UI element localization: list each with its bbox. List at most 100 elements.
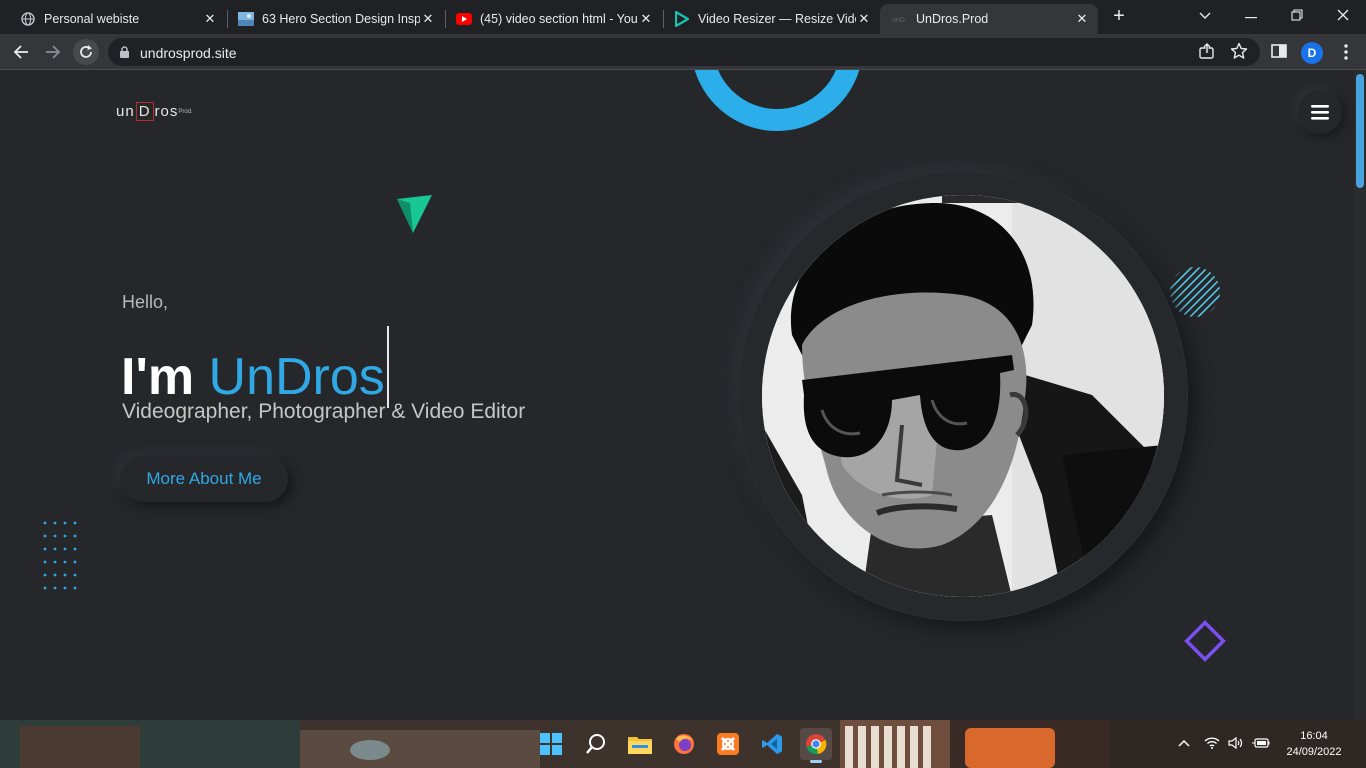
clock-time: 16:04 [1300,730,1328,742]
decorative-triangle-shape [397,195,432,233]
lock-icon[interactable] [120,46,129,58]
decorative-dot [43,560,47,564]
close-tab-icon[interactable]: ✕ [202,11,218,27]
decorative-dot [53,586,57,590]
browser-tab-bar: Personal webiste ✕ 63 Hero Section Desig… [0,0,1366,34]
browser-menu-icon[interactable] [1338,42,1354,62]
scrollbar-thumb[interactable] [1356,74,1364,188]
tab-personal-website[interactable]: Personal webiste ✕ [8,4,226,34]
close-tab-icon[interactable]: ✕ [420,11,436,27]
chrome-icon[interactable] [800,728,832,763]
profile-photo [762,195,1164,597]
back-button[interactable] [8,39,34,65]
decorative-diamond-shape [1184,620,1226,662]
hero-name-typed: UnDros [208,348,385,406]
decorative-dot [63,547,67,551]
image-favicon-icon [238,11,254,27]
battery-icon[interactable] [1252,736,1270,752]
search-icon[interactable] [580,728,612,760]
close-tab-icon[interactable]: ✕ [638,11,654,27]
minimize-button[interactable] [1228,4,1274,30]
volume-icon[interactable] [1228,736,1244,752]
tab-search-chevron-icon[interactable] [1182,4,1228,30]
hamburger-menu-button[interactable] [1298,90,1342,134]
decorative-dot [63,573,67,577]
vscode-icon[interactable] [756,728,788,760]
decorative-dot [43,521,47,525]
decorative-ring-shape [694,70,860,131]
close-tab-icon[interactable]: ✕ [856,11,872,27]
url-text: undrosprod.site [140,45,237,61]
side-panel-icon[interactable] [1270,42,1290,62]
globe-icon [20,11,36,27]
close-window-button[interactable] [1320,4,1366,30]
decorative-dot [73,573,77,577]
decorative-dot [63,586,67,590]
page-scrollbar[interactable] [1354,70,1366,720]
undros-favicon-icon: unD [892,11,908,27]
windows-taskbar: 16:04 24/09/2022 [0,720,1366,768]
hamburger-icon [1311,104,1329,120]
clock-date: 24/09/2022 [1286,746,1342,758]
decorative-dot [73,547,77,551]
hero-greeting: Hello, [122,292,169,312]
browser-toolbar: undrosprod.site D [0,34,1366,70]
active-app-indicator [810,760,822,763]
reload-button[interactable] [73,39,99,65]
bookmark-star-icon[interactable] [1230,42,1250,62]
tab-youtube-video[interactable]: (45) video section html - YouT ✕ [444,4,662,34]
logo-suffix: ros [154,103,179,120]
share-icon[interactable] [1198,42,1218,62]
decorative-hatched-circle [1170,267,1220,317]
decorative-dot [63,560,67,564]
tab-title: (45) video section html - YouT [480,12,638,26]
decorative-dot [53,573,57,577]
decorative-dot [43,547,47,551]
svg-text:unD: unD [892,17,905,24]
hero-subtitle: Videographer, Photographer & Video Edito… [122,400,526,423]
decorative-dot-grid [43,521,77,590]
youtube-icon [456,11,472,27]
decorative-dot [53,521,57,525]
play-triangle-icon [674,11,690,27]
decorative-dot [73,586,77,590]
decorative-dot [43,534,47,538]
typing-caret [386,326,389,408]
web-page-viewport: un DrosProd. Hello, I'm UnDros Videograph… [0,70,1354,720]
tab-title: UnDros.Prod [916,12,989,26]
file-explorer-icon[interactable] [624,728,656,760]
taskbar-apps [540,720,840,768]
firefox-icon[interactable] [668,728,700,760]
decorative-dot [63,534,67,538]
logo-boxed-letter: D [135,102,154,121]
tab-title: Personal webiste [44,12,140,26]
forward-button[interactable] [40,39,66,65]
decorative-dot [73,534,77,538]
decorative-dot [43,586,47,590]
profile-avatar[interactable]: D [1301,42,1323,64]
site-logo[interactable]: un DrosProd. [116,102,193,121]
decorative-dot [53,560,57,564]
decorative-dot [53,534,57,538]
address-bar[interactable]: undrosprod.site [108,38,1260,66]
show-hidden-icons-chevron-icon[interactable] [1178,734,1190,750]
tab-undros-prod[interactable]: unD UnDros.Prod ✕ [880,4,1098,34]
logo-tag: Prod. [178,109,193,116]
decorative-dot [73,521,77,525]
hero-im-text: I'm [121,348,195,406]
logo-prefix: un [116,103,135,120]
tab-hero-section-design[interactable]: 63 Hero Section Design Inspi ✕ [226,4,444,34]
tab-title: 63 Hero Section Design Inspi [262,12,420,26]
tab-video-resizer[interactable]: Video Resizer — Resize Video ✕ [662,4,880,34]
decorative-dot [53,547,57,551]
decorative-dot [43,573,47,577]
new-tab-button[interactable]: + [1108,6,1130,28]
system-clock[interactable]: 16:04 24/09/2022 [1280,728,1348,760]
hero-headline: I'm UnDros [121,326,389,408]
more-about-me-button[interactable]: More About Me [120,456,288,502]
wifi-icon[interactable] [1204,736,1220,752]
close-tab-icon[interactable]: ✕ [1074,11,1090,27]
restore-button[interactable] [1274,4,1320,30]
windows-start-icon[interactable] [535,728,567,760]
xampp-icon[interactable] [712,728,744,760]
